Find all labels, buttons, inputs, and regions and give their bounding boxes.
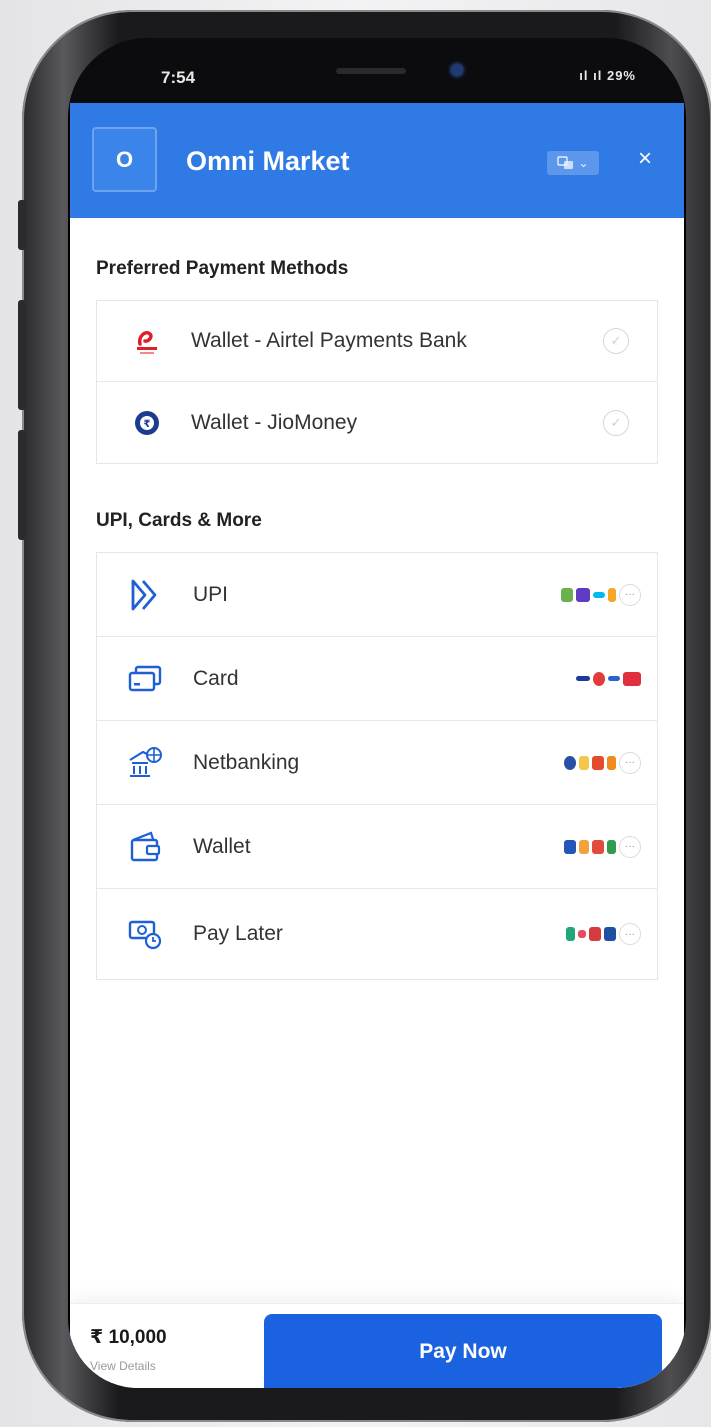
- wallet-logo: [579, 839, 589, 854]
- order-amount: ₹ 10,000: [90, 1327, 167, 1348]
- wallet-logo: [592, 839, 604, 854]
- rupay-logo-icon: [608, 676, 620, 681]
- bank-logo: [607, 755, 616, 770]
- preferred-methods-list: Wallet - Airtel Payments Bank ✓ ₹ Wallet…: [96, 300, 658, 464]
- method-label: Wallet: [193, 834, 251, 858]
- card-network-logos: [576, 671, 641, 686]
- checkout-footer: ₹ 10,000 View Details Pay Now: [70, 1303, 684, 1388]
- more-options-icon[interactable]: ···: [619, 583, 641, 606]
- more-options-icon[interactable]: ···: [619, 835, 641, 858]
- more-options-icon[interactable]: ···: [619, 923, 641, 945]
- pay-later-logo: [589, 927, 601, 941]
- pay-later-logo: [604, 927, 616, 941]
- method-card[interactable]: Card: [97, 637, 657, 721]
- phone-volume-down: [18, 430, 26, 540]
- wallet-icon: [123, 825, 167, 869]
- merchant-name: Omni Market: [186, 146, 350, 176]
- upi-app-logos: ···: [561, 583, 641, 606]
- bank-logos: ···: [564, 751, 641, 774]
- more-options-icon[interactable]: ···: [619, 751, 641, 774]
- method-netbanking[interactable]: Netbanking ···: [97, 721, 657, 805]
- method-label: Pay Later: [193, 922, 283, 945]
- phone-silent-switch: [18, 200, 26, 250]
- front-camera: [451, 64, 463, 76]
- bank-logo: [592, 755, 604, 770]
- visa-logo-icon: [576, 676, 590, 681]
- method-label: Card: [193, 666, 239, 690]
- wallet-logo: [564, 839, 576, 854]
- methods-section-title: UPI, Cards & More: [96, 510, 262, 531]
- bank-icon: [123, 741, 167, 785]
- phone-volume-up: [18, 300, 26, 410]
- preferred-method-label: Wallet - JioMoney: [191, 410, 358, 434]
- method-wallet[interactable]: Wallet ···: [97, 805, 657, 889]
- pay-later-logo: [566, 927, 575, 941]
- preferred-method-label: Wallet - Airtel Payments Bank: [191, 329, 467, 352]
- method-pay-later[interactable]: Pay Later ···: [97, 889, 657, 979]
- check-circle-icon[interactable]: ✓: [603, 409, 629, 436]
- checkout-header: O Omni Market ⌄ ×: [70, 103, 684, 218]
- pay-later-icon: [123, 912, 167, 956]
- pay-later-logos: ···: [566, 923, 641, 945]
- method-label: UPI: [193, 582, 229, 606]
- pay-later-logo: [578, 930, 586, 938]
- translate-icon: [557, 156, 574, 169]
- bank-logo: [564, 755, 576, 770]
- wallet-logos: ···: [564, 835, 641, 858]
- view-details-link[interactable]: View Details: [90, 1359, 156, 1373]
- wallet-logo: [607, 839, 616, 854]
- payment-methods-list: UPI ··· Card Netbanking ··· Wallet ··· P…: [96, 552, 658, 980]
- bank-logo: [579, 755, 589, 770]
- preferred-section-title: Preferred Payment Methods: [96, 258, 349, 279]
- svg-text:₹: ₹: [144, 419, 151, 430]
- chevron-down-icon: ⌄: [578, 156, 589, 170]
- upi-icon: [123, 573, 167, 617]
- status-bar: 7:54 ıl ıl 29%: [68, 38, 686, 103]
- method-label: Netbanking: [193, 750, 300, 774]
- status-time: 7:54: [161, 68, 196, 87]
- close-button[interactable]: ×: [638, 145, 652, 173]
- jiomoney-logo-icon: ₹: [129, 405, 165, 441]
- check-circle-icon[interactable]: ✓: [603, 328, 629, 354]
- method-upi[interactable]: UPI ···: [97, 553, 657, 637]
- upi-app-logo: [561, 587, 573, 602]
- card-icon: [123, 657, 167, 701]
- phone-screen: 7:54 ıl ıl 29% O Omni Market ⌄ × Preferr…: [68, 38, 686, 1388]
- mastercard-logo-icon: [593, 671, 605, 686]
- upi-app-logo: [608, 587, 616, 602]
- speaker-grille: [336, 68, 406, 74]
- merchant-logo: O: [92, 127, 157, 192]
- upi-app-logo: [593, 591, 605, 598]
- preferred-method-airtel[interactable]: Wallet - Airtel Payments Bank ✓: [97, 301, 657, 382]
- airtel-logo-icon: [129, 323, 165, 359]
- amex-logo-icon: [623, 671, 641, 686]
- pay-now-button[interactable]: Pay Now: [264, 1314, 662, 1388]
- language-selector[interactable]: ⌄: [547, 151, 599, 175]
- preferred-method-jiomoney[interactable]: ₹ Wallet - JioMoney ✓: [97, 382, 657, 463]
- checkout-sheet: O Omni Market ⌄ × Preferred Payment Meth…: [70, 103, 684, 1388]
- signal-battery-indicator: ıl ıl 29%: [579, 68, 636, 83]
- upi-app-logo: [576, 587, 590, 602]
